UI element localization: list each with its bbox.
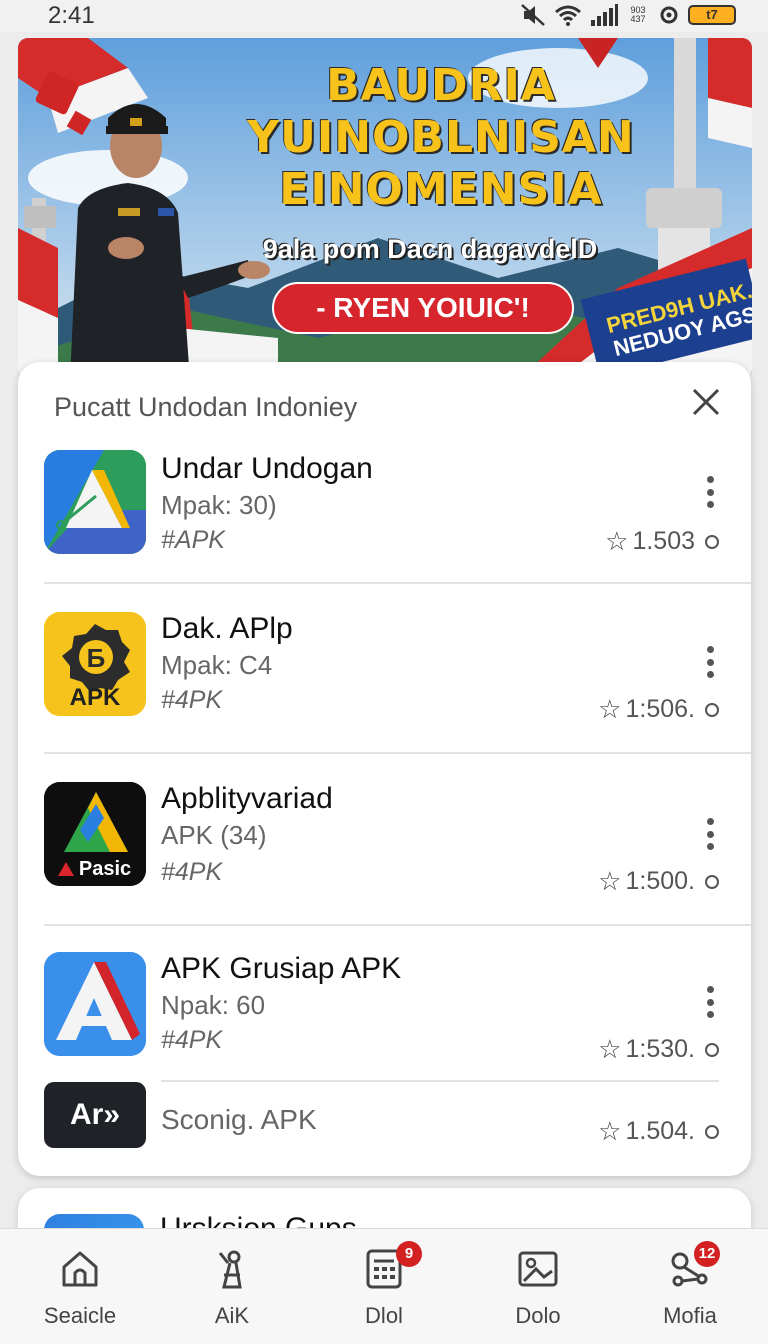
app-icon: Pasic bbox=[44, 782, 146, 886]
svg-text:Б: Б bbox=[87, 643, 106, 673]
nav-item-antenna[interactable]: AiK bbox=[172, 1247, 292, 1329]
close-button[interactable] bbox=[686, 382, 726, 422]
app-name: APK Grusiap APK bbox=[161, 952, 402, 985]
nav-item-share[interactable]: 12 Mofia bbox=[630, 1241, 750, 1329]
bottom-navigation: Seaicle AiK 9 Dlol Dolo 12 Mofia bbox=[0, 1228, 768, 1344]
app-list-sheet: Pucatt Undodan Indoniey Undar Undogan Mp… bbox=[18, 362, 751, 1176]
rating-value: 1.503 bbox=[632, 527, 695, 555]
more-options-button[interactable] bbox=[700, 814, 720, 854]
status-icons: 903 437 t7 bbox=[520, 3, 736, 27]
nav-label: Dlol bbox=[365, 1303, 403, 1328]
nav-label: Mofia bbox=[663, 1303, 717, 1328]
star-icon: ☆ bbox=[598, 866, 622, 896]
app-icon: Б APK bbox=[44, 612, 146, 716]
nav-item-home[interactable]: Seaicle bbox=[20, 1247, 140, 1329]
antenna-icon bbox=[218, 1250, 242, 1289]
sheet-title: Pucatt Undodan Indoniey bbox=[54, 392, 358, 422]
list-item[interactable]: Undar Undogan Mpak: 30) #APK ☆ 1.503 bbox=[18, 444, 751, 584]
nav-item-gallery[interactable]: Dolo bbox=[478, 1247, 598, 1329]
list-item[interactable]: Pasic Apblityvariad APK (34) #4PK ☆ 1:50… bbox=[18, 754, 751, 926]
wifi-icon bbox=[555, 5, 581, 26]
notification-badge: 9 bbox=[396, 1241, 422, 1267]
app-meta: Npak: 60 bbox=[161, 990, 266, 1020]
app-rating: ☆ 1.504. bbox=[598, 1116, 719, 1147]
list-item[interactable]: Б APK Dak. APlp Mpak: C4 #4PK ☆ 1:506. bbox=[18, 584, 751, 754]
rating-value: 1:506. bbox=[625, 695, 695, 723]
status-dot-icon bbox=[705, 1042, 719, 1057]
signal-icon bbox=[591, 4, 618, 26]
app-tag: #4PK bbox=[161, 1026, 223, 1054]
app-icon bbox=[44, 952, 146, 1056]
banner-headline-line-1: BAUDRIA bbox=[326, 60, 556, 111]
status-dot-icon bbox=[705, 874, 719, 889]
list-item[interactable]: Ar» Sconig. APK ☆ 1.504. bbox=[18, 1082, 751, 1176]
banner-headline-line-2: YUINOBLNISAN bbox=[247, 112, 635, 163]
star-icon: ☆ bbox=[598, 694, 622, 724]
app-tag: #4PK bbox=[161, 686, 223, 714]
app-rating: ☆ 1:500. bbox=[598, 866, 719, 897]
app-name: Dak. APlp bbox=[161, 612, 293, 645]
network-speed: 903 437 bbox=[626, 6, 650, 24]
app-rating: ☆ 1:506. bbox=[598, 694, 719, 725]
app-icon-label: APK bbox=[69, 684, 121, 711]
banner-headline: BAUDRIA YUINOBLNISAN EINOMENSIA bbox=[246, 60, 636, 216]
app-meta: Mpak: C4 bbox=[161, 650, 273, 680]
promo-banner[interactable]: BAUDRIA YUINOBLNISAN EINOMENSIA 9ala pom… bbox=[18, 38, 752, 380]
status-dot-icon bbox=[705, 534, 719, 549]
status-dot-icon bbox=[705, 702, 719, 717]
star-icon: ☆ bbox=[605, 526, 629, 556]
more-options-button[interactable] bbox=[700, 982, 720, 1022]
banner-headline-line-3: EINOMENSIA bbox=[279, 164, 603, 215]
battery-icon: t7 bbox=[688, 5, 736, 25]
nav-item-calculator[interactable]: 9 Dlol bbox=[324, 1241, 444, 1329]
app-icon bbox=[44, 450, 146, 554]
banner-subline: 9ala pom Dacn dagavdelD bbox=[262, 234, 598, 264]
app-name: Sconig. APK bbox=[161, 1104, 317, 1135]
app-meta: Mpak: 30) bbox=[161, 490, 277, 520]
status-time: 2:41 bbox=[48, 2, 95, 29]
network-speed-bottom: 437 bbox=[630, 14, 646, 24]
app-rating: ☆ 1.503 bbox=[605, 526, 719, 557]
app-meta: APK (34) bbox=[161, 820, 267, 850]
rating-value: 1.504. bbox=[625, 1117, 695, 1145]
more-options-button[interactable] bbox=[700, 472, 720, 512]
status-dot-icon bbox=[705, 1124, 719, 1139]
settings-ring-icon bbox=[660, 6, 678, 24]
app-name: Apblityvariad bbox=[161, 782, 333, 815]
more-options-button[interactable] bbox=[700, 642, 720, 682]
close-icon bbox=[692, 388, 720, 416]
star-icon: ☆ bbox=[598, 1116, 622, 1146]
notification-badge: 12 bbox=[694, 1241, 720, 1267]
app-rating: ☆ 1:530. bbox=[598, 1034, 719, 1065]
app-tag: #APK bbox=[161, 526, 225, 554]
nav-label: Dolo bbox=[515, 1303, 561, 1328]
rating-value: 1:530. bbox=[625, 1035, 695, 1063]
app-icon-label: Ar» bbox=[69, 1098, 121, 1131]
list-item[interactable]: APK Grusiap APK Npak: 60 #4PK ☆ 1:530. bbox=[18, 926, 751, 1082]
status-bar: 2:41 903 437 t7 bbox=[0, 0, 768, 32]
star-icon: ☆ bbox=[598, 1034, 622, 1064]
app-icon: Ar» bbox=[44, 1082, 146, 1148]
banner-cta-button[interactable]: - RYEN YOIUIC'! bbox=[272, 282, 574, 334]
mute-icon bbox=[521, 4, 545, 26]
app-icon-label: Pasic bbox=[78, 858, 132, 880]
nav-label: AiK bbox=[214, 1303, 250, 1328]
app-name: Undar Undogan bbox=[161, 452, 373, 485]
app-tag: #4PK bbox=[161, 858, 223, 886]
rating-value: 1:500. bbox=[625, 867, 695, 895]
nav-label: Seaicle bbox=[43, 1303, 117, 1328]
home-icon bbox=[62, 1251, 98, 1287]
image-icon bbox=[518, 1251, 558, 1287]
